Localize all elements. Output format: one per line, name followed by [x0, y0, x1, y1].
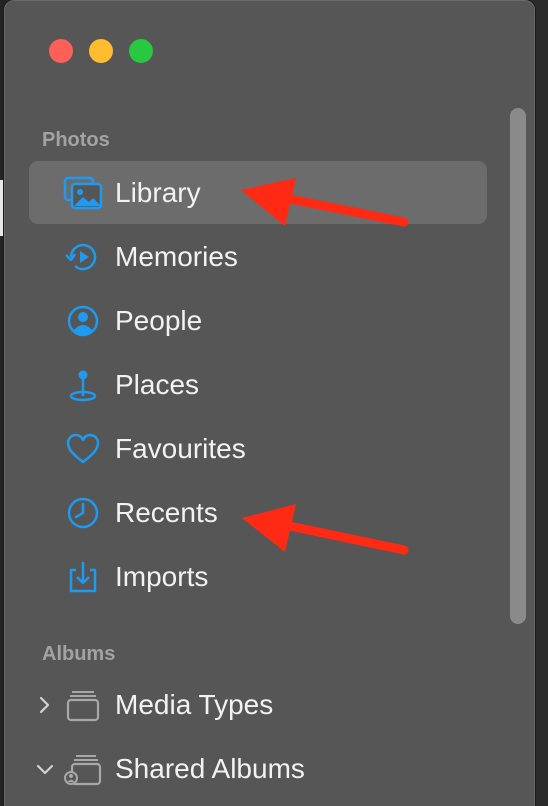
sidebar-item-media-types[interactable]: Media Types [5, 673, 495, 737]
import-icon [69, 562, 97, 593]
stack-icon [66, 691, 100, 722]
section-header-albums: Albums [42, 643, 116, 665]
section-header-photos: Photos [42, 129, 110, 151]
sidebar-window: Photos Library Memories People Places Fa… [4, 0, 535, 806]
memories-icon [65, 243, 97, 271]
sidebar-item-label: Library [115, 177, 201, 208]
sidebar-item-label: Recents [115, 497, 218, 528]
minimize-button[interactable] [89, 39, 113, 63]
places-icon [69, 370, 97, 402]
chevron-down-icon[interactable] [35, 757, 55, 781]
scrollbar-thumb[interactable] [510, 108, 526, 624]
screenshot-stage: Photos Library Memories People Places Fa… [0, 0, 548, 806]
sidebar-item-places[interactable]: Places [5, 353, 495, 417]
sidebar-item-label: Imports [115, 561, 209, 592]
sidebar-item-favourites[interactable]: Favourites [5, 417, 495, 481]
sidebar-item-label: People [115, 305, 203, 336]
library-icon [63, 176, 103, 210]
shared-stack-icon [64, 755, 102, 786]
sidebar-item-label: Shared Albums [115, 753, 305, 784]
sidebar-item-label: Places [115, 369, 200, 400]
sidebar-item-label: Favourites [115, 433, 246, 464]
sidebar-item-people[interactable]: People [5, 289, 495, 353]
sidebar-item-memories[interactable]: Memories [5, 225, 495, 289]
sidebar-item-shared-albums[interactable]: Shared Albums [5, 737, 495, 801]
close-button[interactable] [49, 39, 73, 63]
clock-icon [67, 497, 99, 529]
heart-icon [66, 433, 100, 464]
sidebar-item-recents[interactable]: Recents [5, 481, 495, 545]
sidebar-item-label: Media Types [115, 689, 274, 720]
sidebar-item-imports[interactable]: Imports [5, 545, 495, 609]
chevron-right-icon[interactable] [35, 693, 55, 717]
people-icon [67, 305, 99, 337]
zoom-button[interactable] [129, 39, 153, 63]
sidebar-item-library[interactable]: Library [5, 161, 495, 225]
sidebar-item-label: Memories [115, 241, 238, 272]
